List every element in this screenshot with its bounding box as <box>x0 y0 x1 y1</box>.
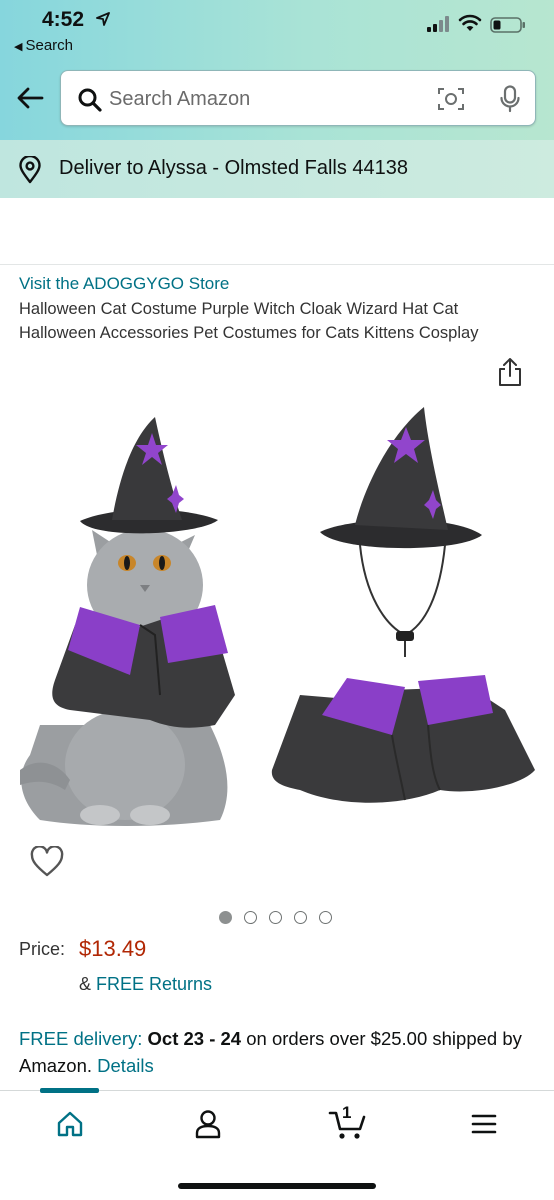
carousel-dot[interactable] <box>319 911 332 924</box>
location-arrow-icon <box>96 12 110 26</box>
nav-menu[interactable] <box>464 1107 504 1141</box>
price-label: Price: <box>19 939 66 959</box>
wifi-icon <box>458 14 482 31</box>
image-carousel-dots[interactable] <box>219 911 332 924</box>
separate-hat <box>320 407 482 657</box>
back-triangle-icon: ◀ <box>14 41 23 53</box>
battery-icon <box>490 17 525 33</box>
home-indicator <box>178 1183 376 1189</box>
status-time: 4:52 <box>42 8 85 31</box>
location-pin-icon <box>19 156 41 184</box>
nav-account[interactable] <box>188 1107 228 1141</box>
share-icon[interactable] <box>496 356 524 388</box>
back-to-app-link[interactable]: ◀ Search <box>14 37 73 54</box>
divider <box>0 264 554 265</box>
deliver-to-bar[interactable]: Deliver to Alyssa - Olmsted Falls 44138 <box>0 140 554 198</box>
cellular-signal-icon <box>427 16 449 32</box>
carousel-dot[interactable] <box>294 911 307 924</box>
active-tab-indicator <box>40 1088 99 1093</box>
returns-prefix: & <box>79 974 97 994</box>
back-app-label: Search <box>25 37 73 54</box>
free-returns-link[interactable]: FREE Returns <box>96 974 212 994</box>
search-input[interactable] <box>109 83 409 115</box>
microphone-icon[interactable] <box>499 85 521 113</box>
separate-cape <box>271 675 535 803</box>
free-delivery-label: FREE delivery: <box>19 1028 148 1049</box>
price-value: $13.49 <box>79 936 147 961</box>
header-bar: 4:52 ◀ Search <box>0 0 554 140</box>
delivery-dates: Oct 23 - 24 <box>147 1028 242 1049</box>
deliver-to-text: Deliver to Alyssa - Olmsted Falls 44138 <box>59 157 409 179</box>
cart-count: 1 <box>342 1103 352 1122</box>
carousel-dot[interactable] <box>219 911 232 924</box>
carousel-dot[interactable] <box>269 911 282 924</box>
product-title: Halloween Cat Costume Purple Witch Cloak… <box>19 300 479 342</box>
back-arrow-icon[interactable] <box>16 86 44 110</box>
hat-on-cat <box>80 417 218 534</box>
nav-cart[interactable]: 1 <box>326 1103 370 1141</box>
carousel-dot[interactable] <box>244 911 257 924</box>
search-bar[interactable] <box>60 70 536 126</box>
home-icon <box>57 1111 83 1137</box>
menu-icon <box>471 1114 497 1134</box>
returns-info: & FREE Returns <box>79 974 212 995</box>
account-icon <box>195 1110 221 1139</box>
product-image[interactable] <box>0 395 554 835</box>
delivery-info: FREE delivery: Oct 23 - 24 on orders ove… <box>19 1025 539 1079</box>
nav-home[interactable] <box>50 1107 90 1141</box>
details-link[interactable]: Details <box>97 1055 154 1076</box>
search-icon <box>78 88 102 112</box>
heart-wishlist-icon[interactable] <box>30 846 64 878</box>
camera-scan-icon[interactable] <box>437 86 465 112</box>
store-link[interactable]: Visit the ADOGGYGO Store <box>19 274 229 294</box>
